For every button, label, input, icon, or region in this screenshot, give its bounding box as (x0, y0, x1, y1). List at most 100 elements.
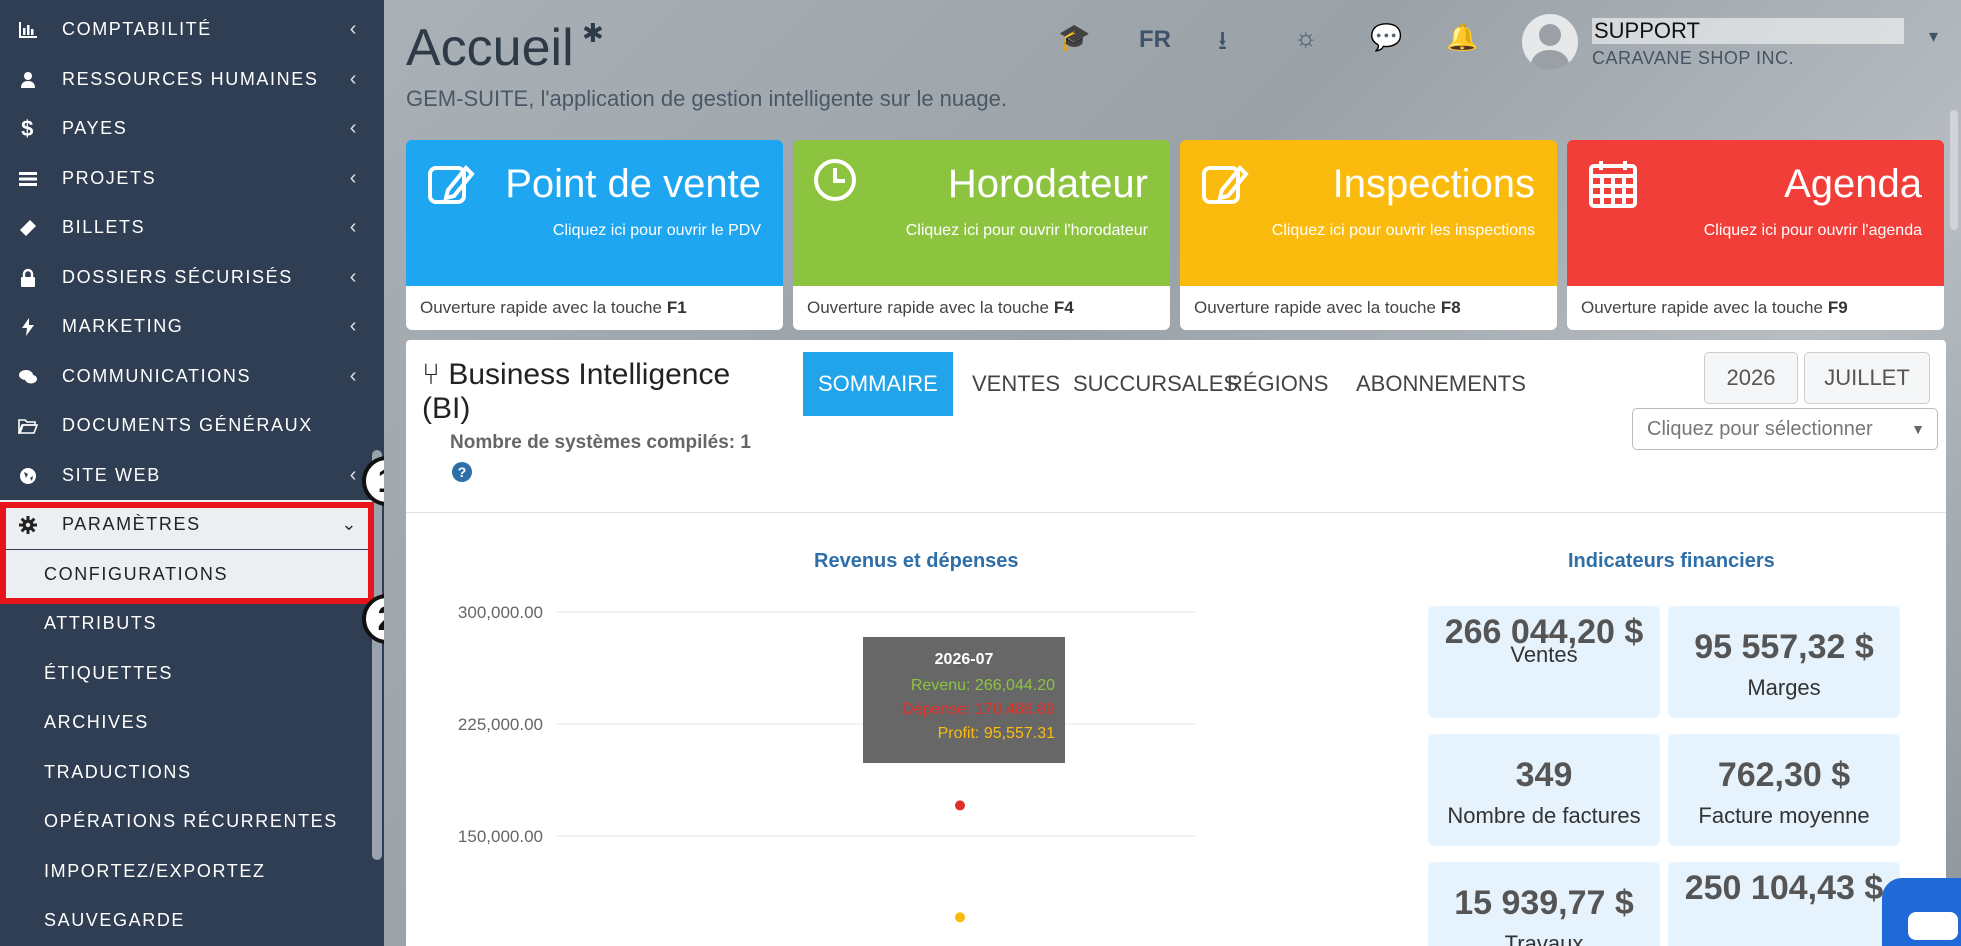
chart-tooltip: 2026-07 Revenu: 266,044.20 Dépense: 170,… (863, 637, 1065, 763)
tooltip-profit: Profit: 95,557.31 (938, 725, 1056, 742)
sidebar-item-label: RESSOURCES HUMAINES (62, 69, 319, 89)
user-icon (16, 70, 40, 90)
kpi-nombre-factures: 349 Nombre de factures (1428, 734, 1660, 846)
chevron-left-icon: ‹ (349, 365, 358, 387)
download-icon[interactable]: ⭳ (1218, 22, 1227, 66)
tile-point-de-vente[interactable]: Point de vente Cliquez ici pour ouvrir l… (406, 140, 783, 330)
tile-footer: Ouverture rapide avec la touche (420, 298, 662, 317)
sidebar-item-documents-generaux[interactable]: DOCUMENTS GÉNÉRAUX (0, 401, 372, 450)
sidebar-item-projets[interactable]: PROJETS ‹ (0, 154, 372, 203)
caret-down-icon: ▼ (1911, 421, 1925, 437)
point-profit (955, 912, 965, 923)
sidebar-subitem-importez-exportez[interactable]: IMPORTEZ/EXPORTEZ (0, 847, 372, 896)
bell-icon[interactable]: 🔔 (1446, 22, 1478, 53)
kpi-label: Facture moyenne (1698, 803, 1870, 828)
tile-agenda[interactable]: Agenda Cliquez ici pour ouvrir l'agenda … (1567, 140, 1944, 330)
branch-select[interactable]: Cliquez pour sélectionner ▼ (1632, 408, 1938, 450)
kpi-6: 250 104,43 $ (1668, 862, 1900, 946)
sidebar-subitem-attributs[interactable]: ATTRIBUTS (0, 599, 372, 648)
sidebar-subitem-etiquettes[interactable]: ÉTIQUETTES (0, 649, 372, 698)
sidebar-item-communications[interactable]: COMMUNICATIONS ‹ (0, 352, 372, 401)
sidebar-item-site-web[interactable]: SITE WEB ‹ (0, 451, 372, 500)
sidebar-item-comptabilite[interactable]: COMPTABILITÉ ‹ (0, 5, 372, 54)
tile-title: Agenda (1784, 162, 1922, 206)
kpi-label: Marges (1747, 675, 1821, 700)
sidebar-item-ressources-humaines[interactable]: RESSOURCES HUMAINES ‹ (0, 55, 372, 104)
tasks-icon (16, 169, 40, 189)
year-button[interactable]: 2026 (1704, 352, 1798, 404)
chart-title: Revenus et dépenses (814, 550, 1019, 572)
sun-icon[interactable]: ☼ (1294, 22, 1318, 53)
edit-icon (1200, 158, 1252, 215)
chat-button[interactable] (1882, 878, 1961, 946)
tile-footer: Ouverture rapide avec la touche (1581, 298, 1823, 317)
sidebar-item-dossiers-securises[interactable]: DOSSIERS SÉCURISÉS ‹ (0, 253, 372, 302)
code-branch-icon: ⑂ (422, 358, 440, 391)
kpi-travaux: 15 939,77 $ Travaux (1428, 862, 1660, 946)
chevron-left-icon: ‹ (349, 464, 358, 486)
sidebar-subitem-operations-recurrentes[interactable]: OPÉRATIONS RÉCURRENTES (0, 797, 372, 846)
sidebar-item-billets[interactable]: BILLETS ‹ (0, 203, 372, 252)
tile-footer: Ouverture rapide avec la touche (807, 298, 1049, 317)
shortcut-key: F1 (666, 298, 687, 317)
tab-sommaire[interactable]: SOMMAIRE (803, 352, 953, 416)
tab-abonnements[interactable]: ABONNEMENTS (1341, 352, 1541, 416)
tile-inspections[interactable]: Inspections Cliquez ici pour ouvrir les … (1180, 140, 1557, 330)
sidebar-item-label: BILLETS (62, 217, 146, 237)
avatar[interactable] (1522, 14, 1578, 70)
caret-down-icon[interactable]: ▾ (1929, 26, 1938, 47)
tile-footer: Ouverture rapide avec la touche (1194, 298, 1436, 317)
sidebar-item-label: COMMUNICATIONS (62, 366, 252, 386)
chevron-left-icon: ‹ (349, 266, 358, 288)
dollar-icon: $ (21, 115, 35, 141)
y-tick-label: 225,000.00 (458, 715, 543, 734)
tooltip-title: 2026-07 (935, 651, 994, 668)
tile-subtitle: Cliquez ici pour ouvrir l'agenda (1703, 222, 1922, 239)
help-icon[interactable]: ? (452, 462, 472, 482)
sidebar-subitem-traductions[interactable]: TRADUCTIONS (0, 748, 372, 797)
sidebar-subitem-sauvegarde[interactable]: SAUVEGARDE (0, 896, 372, 945)
bar-chart-icon (16, 20, 40, 40)
page-scrollbar[interactable] (1950, 110, 1958, 230)
page-title: Accueil (406, 19, 574, 77)
chevron-left-icon: ‹ (349, 216, 358, 238)
systems-count: Nombre de systèmes compilés: 1 (450, 432, 751, 453)
user-name[interactable]: SUPPORT (1592, 18, 1904, 44)
sidebar-item-label: SITE WEB (62, 465, 161, 485)
month-button[interactable]: JUILLET (1804, 352, 1930, 404)
tile-title: Horodateur (947, 162, 1148, 206)
kpi-value: 762,30 $ (1717, 756, 1851, 794)
language-selector[interactable]: FR (1139, 26, 1171, 54)
sidebar-item-payes[interactable]: $ PAYES ‹ (0, 104, 372, 153)
user-company: CARAVANE SHOP INC. (1592, 48, 1795, 68)
y-tick-label: 300,000.00 (458, 603, 543, 622)
tile-subtitle: Cliquez ici pour ouvrir l'horodateur (905, 222, 1148, 239)
kpi-label: Nombre de factures (1447, 803, 1641, 828)
sidebar-subitem-archives[interactable]: ARCHIVES (0, 698, 372, 747)
tab-regions[interactable]: RÉGIONS (1212, 352, 1343, 416)
bi-title: ⑂ Business Intelligence (BI) (422, 358, 742, 426)
page-subtitle: GEM-SUITE, l'application de gestion inte… (406, 86, 1007, 111)
kpi-value: 349 (1515, 756, 1573, 794)
gear-icon[interactable]: ✱ (582, 18, 604, 49)
edit-icon (426, 158, 478, 215)
tooltip-depense: Dépense: 170,486.89 (902, 701, 1055, 718)
chevron-left-icon: ‹ (349, 315, 358, 337)
tooltip-revenu: Revenu: 266,044.20 (911, 677, 1055, 694)
graduation-cap-icon[interactable]: 🎓 (1058, 22, 1090, 53)
tile-title: Point de vente (505, 162, 761, 206)
sidebar-item-label: MARKETING (62, 316, 184, 336)
comments-icon[interactable]: 💬 (1370, 22, 1402, 53)
main-content: Accueil ✱ GEM-SUITE, l'application de ge… (384, 0, 1961, 946)
tile-title: Inspections (1332, 162, 1535, 206)
tile-horodateur[interactable]: Horodateur Cliquez ici pour ouvrir l'hor… (793, 140, 1170, 330)
shortcut-key: F4 (1053, 298, 1074, 317)
tile-subtitle: Cliquez ici pour ouvrir le PDV (552, 222, 761, 239)
sidebar-item-label: PROJETS (62, 168, 157, 188)
kpi-ventes: 266 044,20 $ Ventes (1428, 606, 1660, 718)
calendar-icon (1587, 158, 1639, 215)
sidebar-item-marketing[interactable]: MARKETING ‹ (0, 302, 372, 351)
kpi-value: 250 104,43 $ (1684, 869, 1884, 907)
divider (406, 512, 1946, 513)
sidebar-item-label: DOCUMENTS GÉNÉRAUX (62, 415, 313, 435)
